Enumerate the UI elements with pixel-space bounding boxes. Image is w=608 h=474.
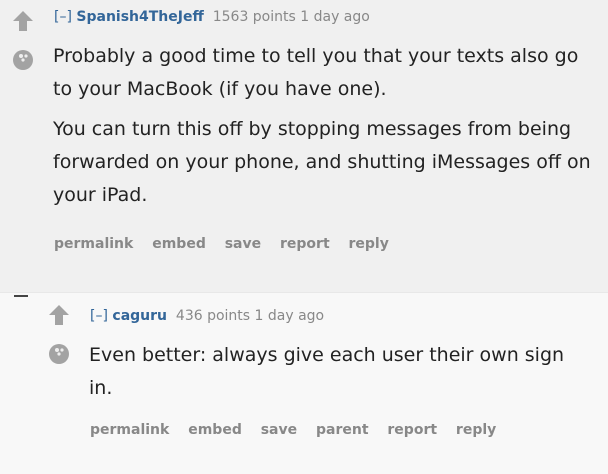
embed-button[interactable]: embed bbox=[188, 422, 242, 438]
report-button[interactable]: report bbox=[387, 422, 437, 438]
comment-buttons: permalink embed save parent report reply bbox=[90, 422, 510, 438]
upvote-arrow-icon[interactable] bbox=[12, 10, 34, 32]
collapse-toggle[interactable]: [–] bbox=[54, 9, 72, 25]
permalink-button[interactable]: permalink bbox=[54, 236, 133, 252]
comment-body: Probably a good time to tell you that yo… bbox=[53, 40, 601, 219]
comment-tagline: [–] Spanish4TheJeff 1563 points 1 day ag… bbox=[54, 9, 370, 25]
author-link[interactable]: caguru bbox=[112, 308, 167, 324]
timestamp: 1 day ago bbox=[254, 308, 325, 324]
score: 1563 points bbox=[212, 9, 296, 25]
save-button[interactable]: save bbox=[261, 422, 297, 438]
child-comment: [–] caguru 436 points 1 day ago Even bet… bbox=[0, 292, 608, 474]
comment-paragraph: Even better: always give each user their… bbox=[89, 344, 565, 399]
upvote-arrow-icon[interactable] bbox=[48, 304, 70, 326]
score: 436 points bbox=[175, 308, 251, 324]
embed-button[interactable]: embed bbox=[152, 236, 206, 252]
comment-body: Even better: always give each user their… bbox=[89, 339, 589, 412]
author-link[interactable]: Spanish4TheJeff bbox=[76, 9, 203, 25]
parent-button[interactable]: parent bbox=[316, 422, 369, 438]
collapse-toggle[interactable]: [–] bbox=[90, 308, 108, 324]
comment-paragraph: Probably a good time to tell you that yo… bbox=[53, 45, 579, 100]
comment-buttons: permalink embed save report reply bbox=[54, 236, 403, 252]
comment-paragraph: You can turn this off by stopping messag… bbox=[53, 118, 591, 206]
thread-collapse-dash[interactable] bbox=[14, 295, 28, 297]
save-button[interactable]: save bbox=[225, 236, 261, 252]
permalink-button[interactable]: permalink bbox=[90, 422, 169, 438]
downvote-ball-icon[interactable] bbox=[48, 343, 70, 365]
downvote-ball-icon[interactable] bbox=[12, 49, 34, 71]
report-button[interactable]: report bbox=[280, 236, 330, 252]
reply-button[interactable]: reply bbox=[456, 422, 496, 438]
timestamp: 1 day ago bbox=[300, 9, 370, 25]
comment-tagline: [–] caguru 436 points 1 day ago bbox=[90, 308, 324, 324]
reply-button[interactable]: reply bbox=[349, 236, 389, 252]
